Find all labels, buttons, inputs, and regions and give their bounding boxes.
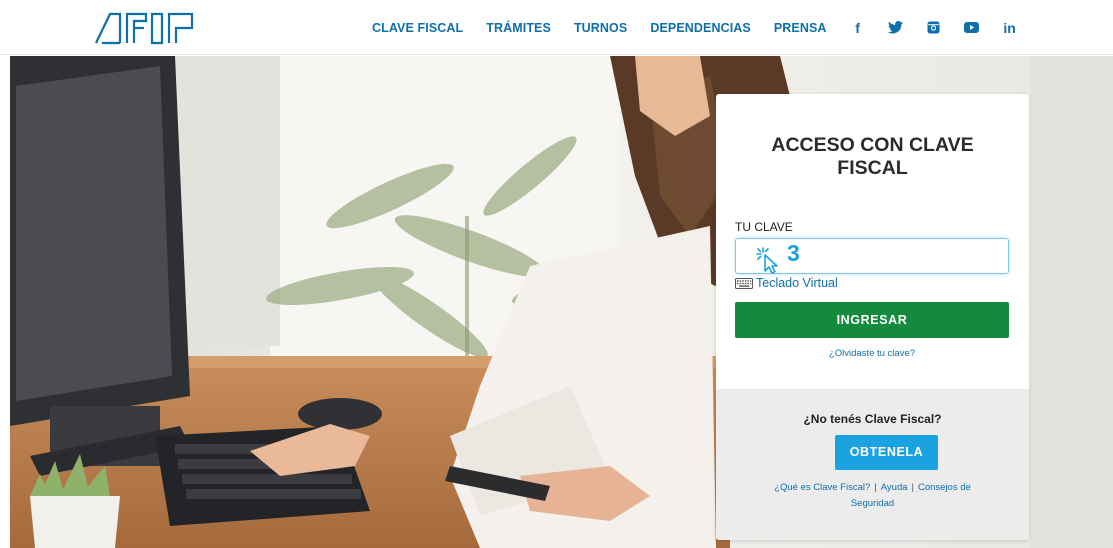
site-header: CLAVE FISCAL TRÁMITES TURNOS DEPENDENCIA… — [0, 0, 1113, 55]
instagram-icon[interactable] — [926, 20, 942, 36]
nav-tramites[interactable]: TRÁMITES — [486, 21, 551, 35]
linkedin-icon[interactable]: in — [1002, 20, 1018, 36]
login-title: ACCESO CON CLAVE FISCAL — [771, 134, 974, 179]
help-links: ¿Qué es Clave Fiscal? | Ayuda | Consejos de … — [756, 480, 989, 512]
help-link[interactable]: Ayuda — [881, 482, 908, 493]
virtual-keyboard-label: Teclado Virtual — [756, 276, 838, 290]
obtenela-button[interactable]: OBTENELA — [835, 435, 938, 470]
link-separator: | — [911, 482, 914, 493]
nav-turnos[interactable]: TURNOS — [574, 21, 627, 35]
no-clave-question: ¿No tenés Clave Fiscal? — [803, 412, 942, 426]
virtual-keyboard-link[interactable]: Teclado Virtual — [735, 276, 838, 290]
social-links: f in — [850, 20, 1040, 36]
what-is-clave-link[interactable]: ¿Qué es Clave Fiscal? — [774, 482, 870, 493]
signup-section: ¿No tenés Clave Fiscal? OBTENELA ¿Qué es… — [716, 389, 1029, 540]
nav-prensa[interactable]: PRENSA — [774, 21, 827, 35]
twitter-icon[interactable] — [888, 20, 904, 36]
forgot-password-link[interactable]: ¿Olvidaste tu clave? — [735, 348, 1009, 359]
youtube-icon[interactable] — [964, 20, 980, 36]
main-nav: CLAVE FISCAL TRÁMITES TURNOS DEPENDENCIA… — [372, 0, 1040, 55]
password-input[interactable] — [735, 238, 1009, 274]
login-card: ACCESO CON CLAVE FISCAL TU CLAVE 3 Tecla… — [716, 94, 1029, 540]
nav-clave-fiscal[interactable]: CLAVE FISCAL — [372, 21, 463, 35]
link-separator: | — [874, 482, 877, 493]
ingresar-button[interactable]: INGRESAR — [735, 302, 1009, 338]
afip-logo[interactable] — [94, 11, 202, 45]
facebook-icon[interactable]: f — [850, 20, 866, 36]
nav-dependencias[interactable]: DEPENDENCIAS — [650, 21, 751, 35]
password-label: TU CLAVE — [735, 220, 793, 234]
keyboard-icon — [735, 277, 753, 289]
